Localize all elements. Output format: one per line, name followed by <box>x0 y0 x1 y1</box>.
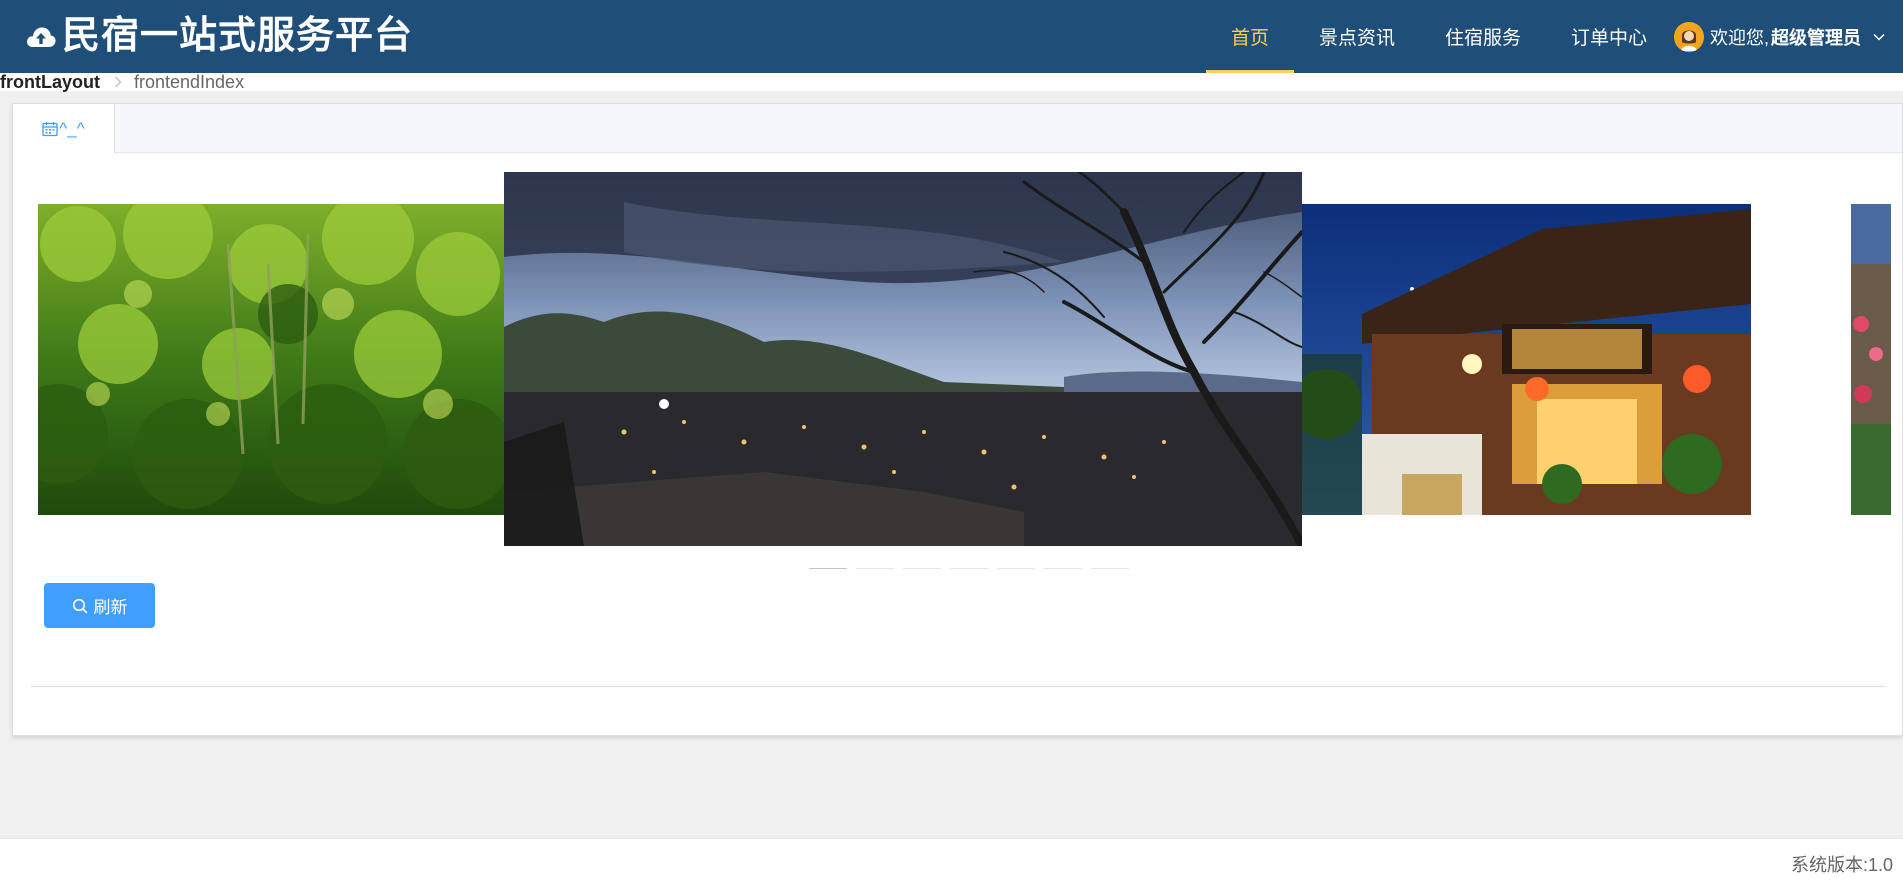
user-avatar-icon <box>1674 22 1704 52</box>
carousel-indicator[interactable] <box>856 568 894 569</box>
content-card: ^_^ 刷新 <box>12 103 1903 736</box>
breadcrumb-item-layout[interactable]: frontLayout <box>0 72 100 93</box>
calendar-icon <box>42 121 58 137</box>
carousel-slide-flowers[interactable] <box>1851 204 1891 515</box>
chevron-down-icon <box>1873 33 1885 41</box>
main-nav: 首页 景点资讯 住宿服务 订单中心 <box>1206 0 1672 73</box>
carousel-indicator[interactable] <box>997 568 1035 569</box>
nav-label: 住宿服务 <box>1445 28 1522 49</box>
refresh-button[interactable]: 刷新 <box>44 583 155 628</box>
cloud-upload-icon <box>24 20 58 54</box>
nav-label: 首页 <box>1231 28 1270 49</box>
user-greeting: 欢迎您, <box>1710 28 1770 48</box>
user-name: 超级管理员 <box>1771 28 1862 48</box>
chevron-right-icon <box>114 76 122 88</box>
site-title: 民宿一站式服务平台 <box>62 15 414 57</box>
nav-label: 订单中心 <box>1571 28 1648 49</box>
footer: 系统版本:1.0 <box>0 838 1903 885</box>
carousel-indicator[interactable] <box>950 568 988 569</box>
nav-lodging[interactable]: 住宿服务 <box>1420 0 1546 73</box>
search-icon <box>72 598 88 614</box>
tab-label: ^_^ <box>59 119 85 138</box>
divider <box>31 686 1886 687</box>
carousel-indicator[interactable] <box>1091 568 1129 569</box>
system-version: 系统版本:1.0 <box>1790 855 1893 875</box>
carousel-indicators <box>809 568 1138 569</box>
nav-home[interactable]: 首页 <box>1206 0 1295 73</box>
carousel-indicator[interactable] <box>1044 568 1082 569</box>
brand[interactable]: 民宿一站式服务平台 <box>24 14 413 59</box>
carousel-indicator[interactable] <box>809 568 847 569</box>
nav-orders[interactable]: 订单中心 <box>1546 0 1672 73</box>
refresh-label: 刷新 <box>93 598 128 617</box>
breadcrumb-item-index: frontendIndex <box>133 71 245 92</box>
tab-home[interactable]: ^_^ <box>13 104 115 154</box>
tab-bar: ^_^ <box>13 104 1902 154</box>
carousel-slide-inn[interactable] <box>1302 204 1751 515</box>
top-navbar: 民宿一站式服务平台 首页 景点资讯 住宿服务 订单中心 欢迎您, 超级管理员 <box>0 0 1903 73</box>
carousel-indicator[interactable] <box>903 568 941 569</box>
nav-attractions[interactable]: 景点资讯 <box>1294 0 1420 73</box>
nav-label: 景点资讯 <box>1319 28 1396 49</box>
image-carousel[interactable] <box>38 172 1903 569</box>
user-menu[interactable]: 欢迎您, 超级管理员 <box>1674 21 1885 53</box>
carousel-slide-jungle[interactable] <box>38 204 504 515</box>
carousel-slide-town[interactable] <box>504 172 1302 546</box>
breadcrumb: frontLayout frontendIndex <box>0 71 1903 93</box>
